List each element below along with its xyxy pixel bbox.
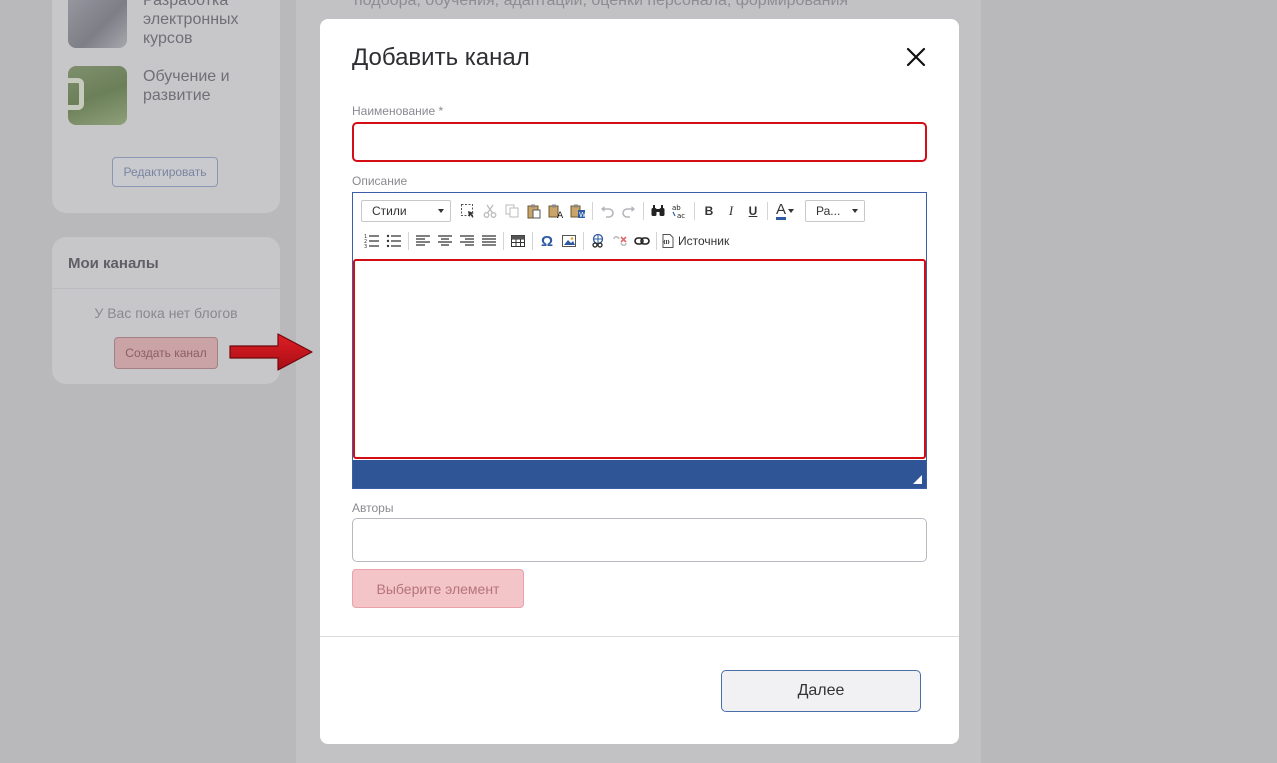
course-title: Разработка электронных курсов [143, 0, 239, 47]
create-channel-button[interactable]: Создать канал [114, 337, 218, 369]
toolbar-separator [503, 232, 504, 250]
edit-button[interactable]: Редактировать [112, 157, 218, 187]
styles-dropdown-label: Стили [372, 204, 407, 218]
chevron-down-icon [438, 209, 444, 213]
toolbar-separator [767, 202, 768, 220]
svg-text:3: 3 [364, 244, 367, 249]
chevron-down-icon [852, 209, 858, 213]
svg-text:ab: ab [672, 204, 681, 212]
link-icon[interactable] [587, 230, 609, 252]
add-channel-dialog: Добавить канал Наименование * Описание С… [320, 19, 959, 744]
divider [52, 288, 280, 289]
no-blogs-text: У Вас пока нет блогов [94, 305, 238, 321]
underline-button[interactable]: U [742, 200, 764, 222]
replace-icon[interactable]: ab ac [669, 200, 691, 222]
copy-icon[interactable] [501, 200, 523, 222]
chevron-down-icon [788, 209, 794, 213]
authors-field[interactable] [352, 518, 927, 562]
my-channels-title: Мои каналы [68, 255, 159, 272]
source-code-icon [662, 234, 674, 248]
svg-text:A: A [557, 211, 564, 219]
dialog-divider [320, 636, 959, 637]
laptop-thumbnail-icon [68, 0, 127, 48]
align-left-icon[interactable] [412, 230, 434, 252]
source-label: Источник [678, 234, 730, 248]
table-icon[interactable] [507, 230, 529, 252]
unlink-icon[interactable] [609, 230, 631, 252]
authors-label: Авторы [352, 501, 394, 515]
toolbar-separator [583, 232, 584, 250]
course-item[interactable]: Разработка электронных курсов [68, 0, 283, 48]
paste-icon[interactable] [523, 200, 545, 222]
description-label: Описание [352, 174, 408, 188]
svg-text:ac: ac [677, 212, 685, 219]
meadow-thumbnail-icon [68, 66, 127, 125]
text-color-icon: A [775, 201, 786, 220]
font-size-dropdown-label: Ра... [816, 204, 841, 218]
toolbar-separator [643, 202, 644, 220]
name-label: Наименование * [352, 104, 444, 118]
italic-button[interactable]: I [720, 200, 742, 222]
rich-text-editor: Стили A W ab ac B I U A Ра... 1 2 3 Ω Ис… [352, 192, 927, 489]
styles-dropdown[interactable]: Стили [361, 200, 451, 222]
toolbar-separator [694, 202, 695, 220]
editor-toolbar: Стили A W ab ac B I U A Ра... 1 2 3 Ω Ис… [353, 193, 926, 259]
redo-icon[interactable] [618, 200, 640, 222]
red-arrow-icon [229, 333, 313, 371]
name-input[interactable] [352, 122, 927, 162]
dialog-title: Добавить канал [352, 44, 530, 71]
align-center-icon[interactable] [434, 230, 456, 252]
bulleted-list-icon[interactable] [383, 230, 405, 252]
paste-text-icon[interactable]: A [545, 200, 567, 222]
resize-handle-icon[interactable] [913, 475, 922, 484]
bold-button[interactable]: B [698, 200, 720, 222]
align-justify-icon[interactable] [478, 230, 500, 252]
background-text: подбора, обучения, адаптации, оценки пер… [354, 0, 849, 9]
course-title: Обучение и развитие [143, 68, 230, 104]
paste-word-icon[interactable]: W [567, 200, 589, 222]
cut-icon[interactable] [479, 200, 501, 222]
font-size-dropdown[interactable]: Ра... [805, 200, 865, 222]
courses-card: Разработка электронных курсов Обучение и… [52, 0, 280, 213]
toolbar-separator [532, 232, 533, 250]
select-element-button[interactable]: Выберите элемент [352, 569, 524, 608]
source-button[interactable]: Источник [660, 230, 731, 252]
numbered-list-icon[interactable]: 123 [361, 230, 383, 252]
next-button[interactable]: Далее [721, 670, 921, 712]
course-item[interactable]: Обучение и развитие [68, 66, 283, 125]
description-editor-area[interactable] [353, 259, 926, 459]
undo-icon[interactable] [596, 200, 618, 222]
svg-text:W: W [579, 211, 586, 219]
anchor-link-icon[interactable] [631, 230, 653, 252]
special-char-icon[interactable]: Ω [536, 230, 558, 252]
text-color-button[interactable]: A [771, 200, 799, 222]
find-icon[interactable] [647, 200, 669, 222]
toolbar-separator [592, 202, 593, 220]
select-all-icon[interactable] [457, 200, 479, 222]
close-icon[interactable] [905, 46, 927, 68]
toolbar-separator [408, 232, 409, 250]
editor-status-bar [353, 460, 926, 488]
image-icon[interactable] [558, 230, 580, 252]
toolbar-separator [656, 232, 657, 250]
align-right-icon[interactable] [456, 230, 478, 252]
